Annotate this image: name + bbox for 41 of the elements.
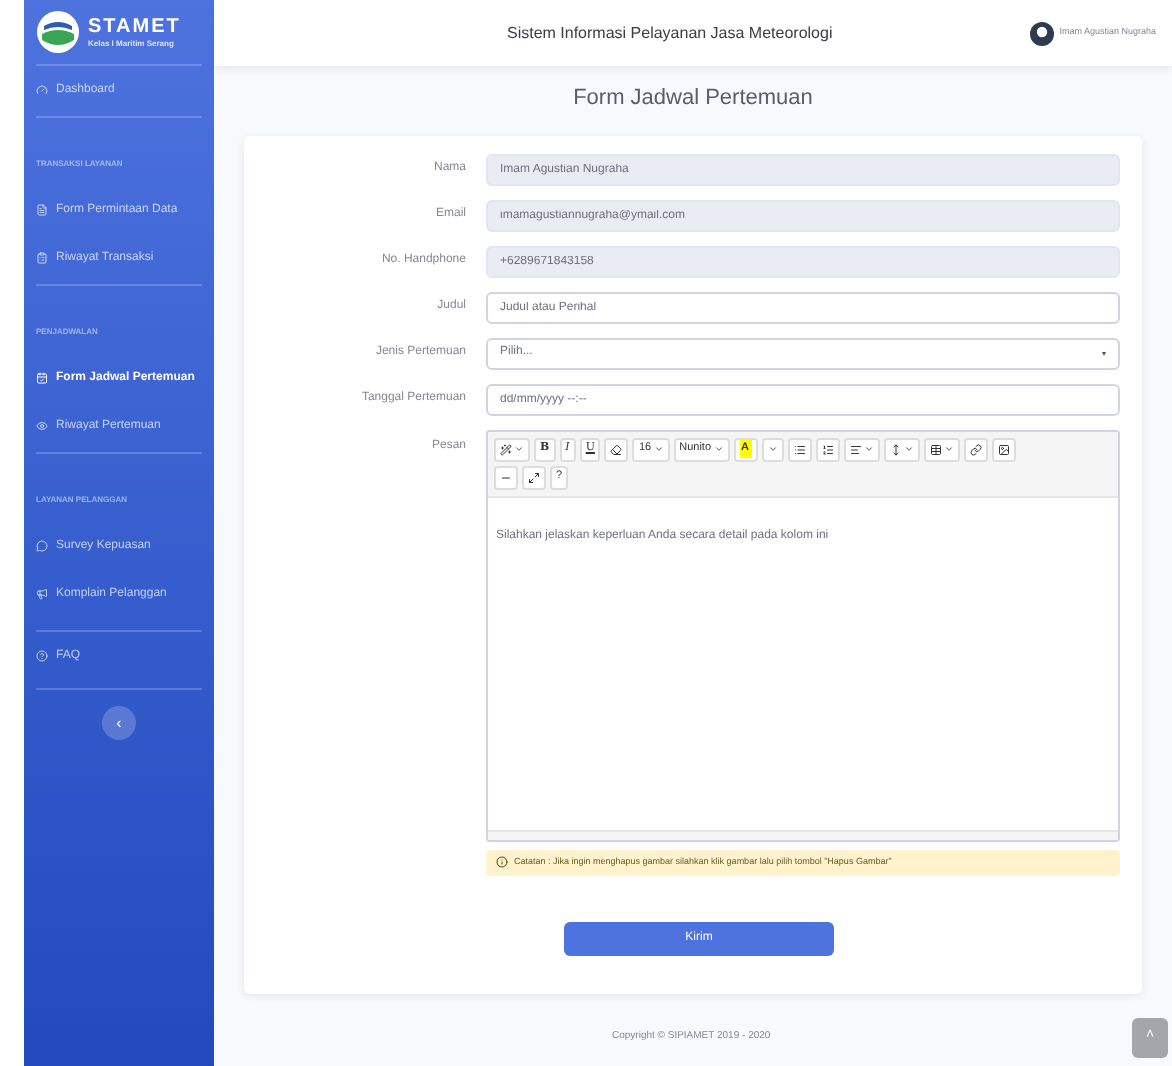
resize-handle[interactable] [488, 829, 1118, 839]
ol-button[interactable] [815, 437, 839, 461]
ul-button[interactable] [787, 437, 811, 461]
eraser-button[interactable] [604, 437, 629, 461]
caret-icon [903, 444, 913, 454]
nav-icon [36, 540, 48, 552]
table-button[interactable] [923, 437, 959, 461]
info-icon [496, 856, 508, 868]
caret-icon [514, 444, 524, 454]
ol-icon [821, 443, 833, 455]
align-icon [849, 443, 861, 455]
caret-icon [713, 444, 724, 454]
caret-icon [767, 444, 777, 454]
link-icon [969, 443, 981, 455]
image-icon [997, 443, 1009, 455]
link-button[interactable] [963, 437, 987, 461]
align-button[interactable] [843, 437, 879, 461]
nav-icon [36, 588, 48, 600]
table-icon [929, 443, 941, 455]
nav-icon [36, 204, 48, 216]
wand-icon [500, 443, 512, 455]
app-title: Sistem Informasi Pelayanan Jasa Meteorologi [504, 21, 835, 45]
nav-icon [36, 420, 48, 432]
ul-icon [793, 443, 805, 455]
logo-icon [36, 10, 80, 54]
brand-name: STAMET [88, 16, 181, 38]
nav-icon [36, 84, 48, 96]
nav-icon [36, 252, 48, 264]
avatar-icon [1029, 21, 1054, 45]
minus-icon [500, 471, 512, 483]
fullscreen-button[interactable] [522, 465, 546, 489]
caret-icon [863, 444, 873, 454]
height-icon [889, 443, 901, 455]
nav-icon [36, 650, 48, 662]
eraser-icon [610, 443, 623, 455]
collapse-button[interactable]: ‹ [102, 706, 136, 740]
page-title: Form Jadwal Pertemuan [573, 84, 813, 114]
nav-icon [36, 372, 48, 384]
caret-icon [653, 444, 664, 454]
caret-icon [943, 444, 953, 454]
image-button[interactable] [991, 437, 1015, 461]
